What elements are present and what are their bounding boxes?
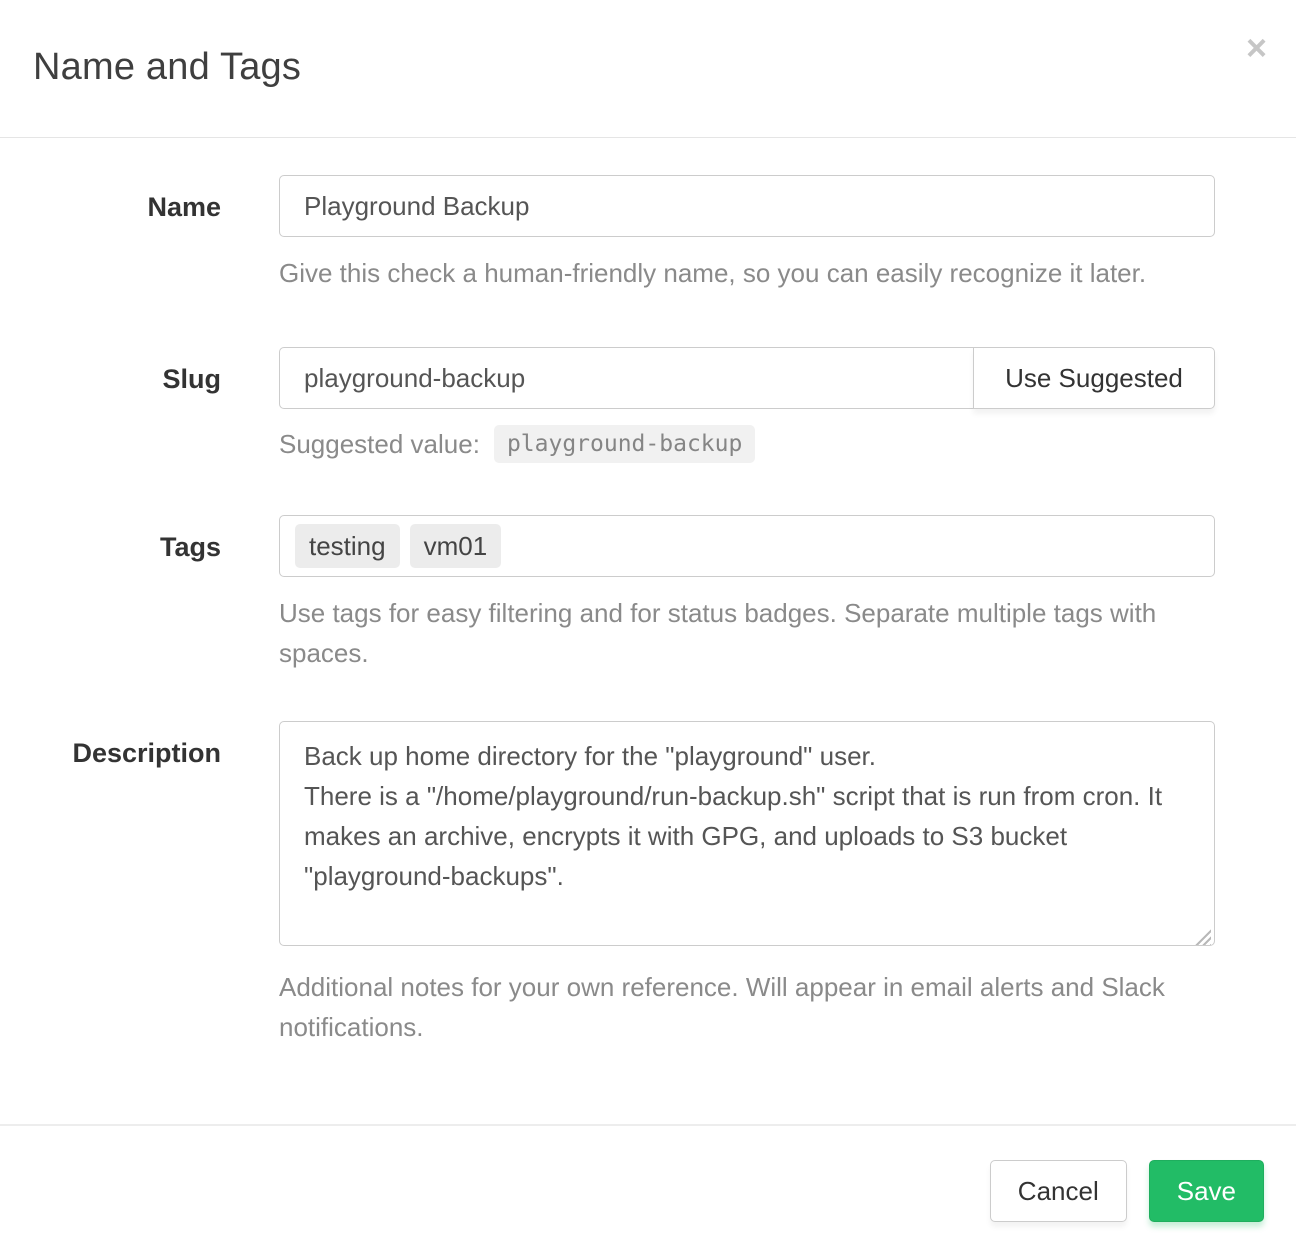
name-input[interactable]	[279, 175, 1215, 237]
description-textarea[interactable]: Back up home directory for the "playgrou…	[279, 721, 1215, 946]
cancel-button[interactable]: Cancel	[990, 1160, 1127, 1222]
tags-field-row: Tags testingvm01 Use tags for easy filte…	[0, 515, 1296, 673]
dialog-header: Name and Tags ×	[0, 0, 1296, 138]
dialog-title: Name and Tags	[33, 46, 1263, 89]
suggested-value-line: Suggested value: playground-backup	[279, 425, 1215, 463]
slug-field-col: Use Suggested Suggested value: playgroun…	[279, 347, 1215, 463]
suggested-value-label: Suggested value:	[279, 429, 480, 460]
slug-input-group: Use Suggested	[279, 347, 1215, 409]
slug-field-row: Slug Use Suggested Suggested value: play…	[0, 347, 1296, 463]
name-label: Name	[0, 175, 221, 293]
suggested-value-code: playground-backup	[494, 425, 755, 463]
use-suggested-button[interactable]: Use Suggested	[973, 347, 1215, 409]
name-field-row: Name Give this check a human-friendly na…	[0, 175, 1296, 293]
tag-chip: testing	[295, 524, 400, 568]
description-help-text: Additional notes for your own reference.…	[279, 967, 1215, 1047]
name-and-tags-dialog: Name and Tags × Name Give this check a h…	[0, 0, 1296, 1254]
description-field-row: Description Back up home directory for t…	[0, 721, 1296, 1047]
description-textarea-wrap: Back up home directory for the "playgrou…	[279, 721, 1215, 951]
description-field-col: Back up home directory for the "playgrou…	[279, 721, 1215, 1047]
tags-label: Tags	[0, 515, 221, 673]
tags-input[interactable]: testingvm01	[279, 515, 1215, 577]
tags-help-text: Use tags for easy filtering and for stat…	[279, 593, 1215, 673]
slug-label: Slug	[0, 347, 221, 463]
close-icon[interactable]: ×	[1246, 30, 1267, 66]
dialog-footer: Cancel Save	[0, 1124, 1296, 1254]
dialog-body: Name Give this check a human-friendly na…	[0, 138, 1296, 1047]
tag-chip: vm01	[410, 524, 502, 568]
name-help-text: Give this check a human-friendly name, s…	[279, 253, 1215, 293]
slug-input[interactable]	[279, 347, 974, 409]
name-field-col: Give this check a human-friendly name, s…	[279, 175, 1215, 293]
description-label: Description	[0, 721, 221, 1047]
save-button[interactable]: Save	[1149, 1160, 1264, 1222]
tags-field-col: testingvm01 Use tags for easy filtering …	[279, 515, 1215, 673]
